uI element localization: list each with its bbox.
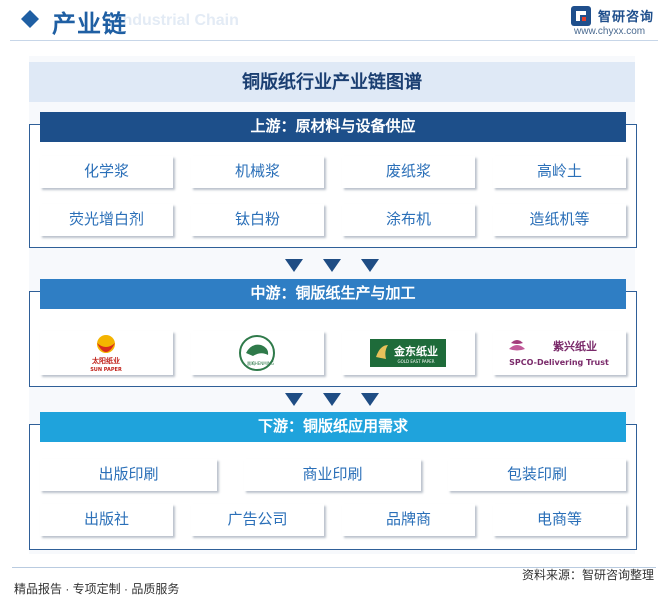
upstream-section: 上游：原材料与设备供应 化学浆 机械浆 废纸浆 高岭土 荧光增白剂 钛白粉 涂布… <box>29 112 637 248</box>
gold-east-icon: 金东纸业 GOLD EAST PAPER <box>370 339 446 367</box>
down-arrow-icon <box>285 259 303 272</box>
upstream-item: 钛白粉 <box>191 204 324 236</box>
downstream-item: 广告公司 <box>191 504 324 536</box>
upstream-item: 涂布机 <box>342 204 475 236</box>
flow-arrows <box>281 393 391 409</box>
page-header: Industrial Chain 产业链 智研咨询 www.chyxx.com <box>0 0 668 44</box>
upstream-item: 废纸浆 <box>342 156 475 188</box>
brand-logo[interactable]: 智研咨询 www.chyxx.com <box>570 5 660 39</box>
flow-arrows <box>281 259 391 275</box>
company-logo-gold-east: 金东纸业 GOLD EAST PAPER <box>342 331 475 375</box>
upstream-item: 机械浆 <box>191 156 324 188</box>
company-sub: SPCO-Delivering Trust <box>509 358 609 367</box>
upstream-item: 荧光增白剂 <box>40 204 173 236</box>
brand-name: 智研咨询 <box>598 9 655 24</box>
diamond-icon <box>21 10 39 28</box>
downstream-item: 出版社 <box>40 504 173 536</box>
header-watermark: Industrial Chain <box>118 12 239 29</box>
diagram-title: 铜版纸行业产业链图谱 <box>29 62 635 102</box>
downstream-section: 下游：铜版纸应用需求 出版印刷 商业印刷 包装印刷 出版社 广告公司 品牌商 电… <box>29 412 637 550</box>
down-arrow-icon <box>323 393 341 406</box>
company-logo-spco: 紫兴纸业 SPCO-Delivering Trust <box>493 331 626 375</box>
down-arrow-icon <box>361 259 379 272</box>
footer-divider <box>12 567 656 568</box>
sun-paper-icon: 太阳纸业 SUN PAPER <box>90 335 122 373</box>
company-sub: GOLD EAST PAPER <box>398 359 435 364</box>
spco-icon: 紫兴纸业 SPCO-Delivering Trust <box>509 339 609 367</box>
page-title: 产业链 <box>52 11 127 38</box>
header-divider <box>10 40 658 41</box>
source-note: 资料来源：智研咨询整理 <box>521 568 654 582</box>
company-name: 紫兴纸业 <box>553 339 597 353</box>
upstream-item: 造纸机等 <box>493 204 626 236</box>
down-arrow-icon <box>361 393 379 406</box>
upstream-item: 化学浆 <box>40 156 173 188</box>
midstream-header: 中游：铜版纸生产与加工 <box>40 279 626 309</box>
company-sub: CHENMING <box>252 361 274 366</box>
company-sub: SUN PAPER <box>90 367 122 373</box>
down-arrow-icon <box>285 393 303 406</box>
brand-url[interactable]: www.chyxx.com <box>574 26 645 37</box>
company-name: 金东纸业 <box>393 344 438 358</box>
downstream-header: 下游：铜版纸应用需求 <box>40 412 626 442</box>
downstream-item: 包装印刷 <box>448 459 626 491</box>
company-name: 太阳纸业 <box>92 356 120 365</box>
footer-tagline: 精品报告 · 专项定制 · 品质服务 <box>14 582 180 596</box>
down-arrow-icon <box>323 259 341 272</box>
company-logo-sun-paper: 太阳纸业 SUN PAPER <box>40 331 173 375</box>
upstream-header: 上游：原材料与设备供应 <box>40 112 626 142</box>
downstream-item: 商业印刷 <box>244 459 421 491</box>
upstream-item: 高岭土 <box>493 156 626 188</box>
downstream-item: 电商等 <box>493 504 626 536</box>
downstream-item: 出版印刷 <box>40 459 217 491</box>
company-logo-chenming: 晨鸣 CHENMING <box>191 331 324 375</box>
midstream-section: 中游：铜版纸生产与加工 太阳纸业 SUN PAPER 晨鸣 CHENMING 金… <box>29 279 637 387</box>
brand-mark-icon <box>571 6 591 26</box>
downstream-item: 品牌商 <box>342 504 475 536</box>
chenming-icon: 晨鸣 CHENMING <box>239 335 275 371</box>
